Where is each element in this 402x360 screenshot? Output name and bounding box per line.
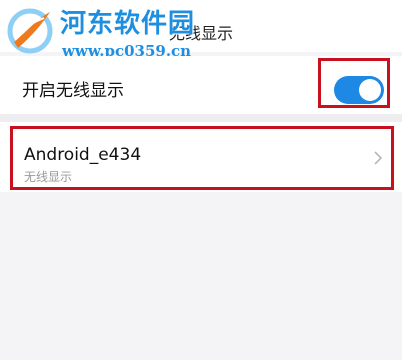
wireless-display-switch[interactable] [334, 76, 384, 104]
toggle-label: 开启无线显示 [22, 81, 124, 101]
device-name: Android_e434 [24, 145, 142, 165]
section-divider [0, 114, 402, 122]
watermark-logo-icon [7, 8, 53, 54]
chevron-right-icon [374, 151, 383, 165]
watermark-title: 河东软件园 [60, 9, 196, 39]
switch-knob [359, 79, 381, 101]
device-subtitle: 无线显示 [24, 170, 73, 184]
empty-area [0, 192, 402, 360]
